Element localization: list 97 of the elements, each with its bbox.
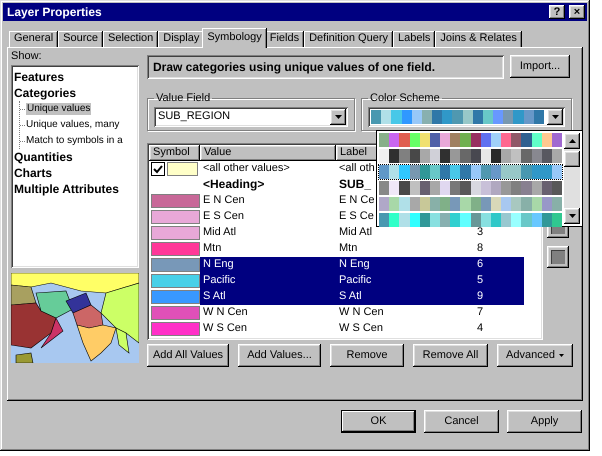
close-button[interactable]: × — [569, 5, 585, 19]
symbol-swatch[interactable] — [151, 210, 200, 224]
tree-item[interactable]: Multiple Attributes — [14, 181, 136, 197]
table-row[interactable]: Mtn Mtn 8 — [200, 241, 524, 257]
symbol-swatch[interactable] — [151, 242, 200, 256]
tree-item[interactable]: Charts — [14, 165, 136, 181]
caret-icon — [558, 354, 564, 357]
table-row[interactable]: W N Cen W N Cen 7 — [200, 305, 524, 321]
table-cell: S Atl — [339, 290, 362, 302]
column-header[interactable]: Symbol — [149, 145, 200, 161]
tree-item[interactable]: Match to symbols in a — [26, 135, 123, 147]
table-row[interactable]: W S Cen W S Cen 4 — [200, 321, 524, 337]
symbol-swatch[interactable] — [151, 274, 200, 288]
table-cell: 4 — [477, 322, 484, 334]
color-scheme-label: Color Scheme — [369, 91, 441, 105]
description-text: Draw categories using unique values of one field. — [147, 55, 504, 79]
tree-item[interactable]: Categories — [14, 85, 136, 101]
table-cell: E N Cen — [203, 194, 245, 206]
show-label: Show: — [11, 50, 43, 64]
table-row[interactable]: N Eng N Eng 6 — [200, 257, 524, 273]
action-button[interactable]: Remove — [330, 344, 404, 367]
action-button[interactable]: Add Values... — [238, 344, 321, 367]
dialog-button[interactable]: OK — [341, 410, 416, 433]
tree-item[interactable]: Unique values — [26, 103, 92, 115]
scrollbar[interactable] — [564, 133, 580, 224]
tab[interactable]: Selection — [103, 31, 158, 48]
tab[interactable]: Joins & Relates — [435, 31, 522, 48]
table-cell: <all other values> — [203, 162, 290, 174]
action-button[interactable]: Advanced — [497, 344, 573, 367]
color-ramp[interactable] — [379, 133, 562, 147]
import-button[interactable]: Import... — [510, 55, 570, 78]
scroll-thumb[interactable] — [564, 151, 580, 167]
table-cell: Mtn — [203, 242, 222, 254]
scroll-up-icon[interactable] — [564, 133, 580, 149]
scroll-down-icon[interactable] — [564, 208, 580, 224]
tab[interactable]: General — [9, 31, 58, 48]
table-cell: 8 — [477, 242, 484, 254]
table-cell: E S Cen — [203, 210, 244, 222]
tree-item[interactable]: Quantities — [14, 149, 136, 165]
value-field-label: Value Field — [155, 91, 212, 105]
action-button[interactable]: Add All Values — [147, 344, 229, 367]
table-cell: W S Cen — [339, 322, 384, 334]
symbol-swatch[interactable] — [151, 322, 200, 336]
color-ramp[interactable] — [379, 213, 562, 227]
value-field-dropdown[interactable]: SUB_REGION — [154, 107, 348, 127]
tab[interactable]: Labels — [392, 31, 436, 48]
color-ramp[interactable] — [379, 165, 562, 179]
tab[interactable]: Definition Query — [304, 31, 393, 48]
help-button[interactable]: ? — [549, 5, 565, 19]
table-cell: Mid Atl — [339, 226, 372, 238]
renderer-tree[interactable]: Features Categories Unique values Unique values, many Match to symbols in a Quantities Charts Multiple Attributes — [11, 65, 139, 268]
table-cell: <all oth — [339, 162, 375, 174]
symbol-swatch[interactable] — [151, 258, 200, 272]
table-cell: E S Ce — [339, 210, 374, 222]
table-cell: W N Cen — [339, 306, 384, 318]
color-scheme-menu[interactable] — [376, 130, 583, 227]
table-cell: E N Ce — [339, 194, 374, 206]
column-header[interactable]: Value — [200, 145, 336, 161]
table-cell: SUB_ — [339, 177, 372, 192]
table-cell: 7 — [477, 306, 484, 318]
square-button[interactable] — [547, 246, 569, 268]
table-cell: N Eng — [203, 258, 234, 270]
table-cell: S Atl — [203, 290, 226, 302]
table-cell: 9 — [477, 290, 484, 302]
table-cell: 3 — [477, 226, 484, 238]
action-button[interactable]: Remove All — [413, 344, 488, 367]
table-cell: <Heading> — [203, 177, 264, 192]
table-cell: Mid Atl — [203, 226, 236, 238]
table-row[interactable]: Pacific Pacific 5 — [200, 273, 524, 289]
symbol-swatch[interactable] — [151, 306, 200, 320]
color-scheme-dropdown[interactable] — [368, 107, 565, 127]
color-ramp[interactable] — [379, 149, 562, 163]
window-title: Layer Properties — [7, 4, 102, 20]
table-cell: 6 — [477, 258, 484, 270]
color-ramp[interactable] — [379, 181, 562, 195]
table-cell: N Eng — [339, 258, 370, 270]
tab[interactable]: Display — [158, 31, 204, 48]
table-cell: W N Cen — [203, 306, 248, 318]
tree-item[interactable]: Features — [14, 69, 136, 85]
symbol-swatch[interactable] — [151, 226, 200, 240]
checkbox[interactable] — [151, 162, 165, 176]
dialog-button[interactable]: Apply — [507, 410, 582, 433]
tab[interactable]: Symbology — [202, 28, 267, 48]
table-cell: 5 — [477, 274, 484, 286]
symbol-swatch[interactable] — [151, 290, 200, 304]
square-icon — [551, 250, 565, 264]
tab[interactable]: Source — [58, 31, 103, 48]
table-cell: Mtn — [339, 242, 358, 254]
symbol-swatch[interactable] — [151, 194, 200, 208]
table-cell: Pacific — [339, 274, 372, 286]
dialog-button[interactable]: Cancel — [424, 410, 499, 433]
table-row[interactable]: Mid Atl Mid Atl 3 — [200, 225, 524, 241]
tree-item[interactable]: Unique values, many — [26, 119, 120, 131]
table-cell: W S Cen — [203, 322, 248, 334]
table-row[interactable]: S Atl S Atl 9 — [200, 289, 524, 305]
color-ramp[interactable] — [379, 197, 562, 211]
table-cell: Pacific — [203, 274, 236, 286]
